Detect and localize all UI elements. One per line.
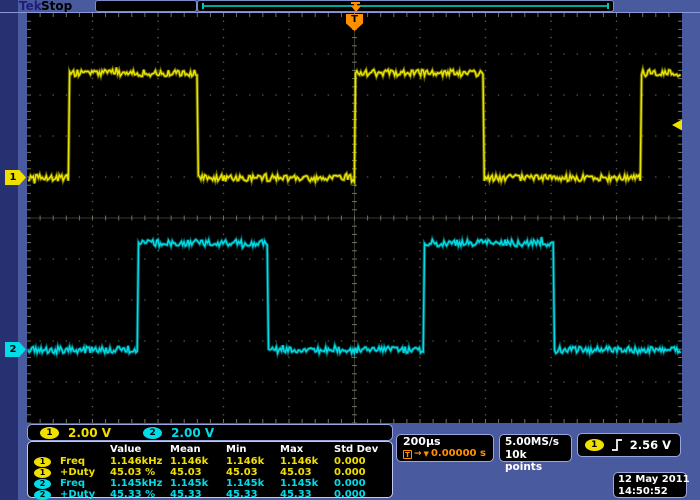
rising-edge-icon [611,438,623,452]
channel2-badge: 2 [143,427,162,439]
col-min: Min [226,444,280,455]
col-value: Value [110,444,170,455]
horizontal-readout-box: 200µs T→▼ 0.00000 s [396,434,494,462]
channel2-scale[interactable]: 2.00 V [171,426,214,440]
ch1-row-badge: 1 [34,468,51,478]
triangle-down-icon: ▼ [424,450,429,459]
channel1-scale[interactable]: 2.00 V [68,426,111,440]
ch2-row-badge: 2 [34,490,51,500]
record-view-bar [197,0,614,12]
arrow-right-icon: → [414,450,422,459]
top-bar-divider [0,12,700,13]
trigger-readout-box: 1 2.56 V [577,433,681,457]
channel-scale-bar: 1 2.00 V 2 2.00 V [27,424,393,441]
acquisition-readout-box: 5.00MS/s 10k points [499,434,572,462]
trigger-level: 2.56 V [630,438,671,452]
measurement-row: 1 +Duty45.03 % 45.0345.03 45.030.000 [34,467,388,478]
sample-rate: 5.00MS/s [505,436,566,449]
trigger-source-badge: 1 [585,439,604,451]
measurement-table: Value Mean Min Max Std Dev 1 Freq1.146kH… [27,441,393,498]
measurement-row: 1 Freq1.146kHz 1.146k1.146k 1.146k0.000 [34,456,388,467]
record-length: 10k points [505,449,566,474]
channel1-badge: 1 [40,427,59,439]
measurement-row: 2 Freq1.145kHz 1.145k1.145k 1.145k0.000 [34,478,388,489]
measurement-header-row: Value Mean Min Max Std Dev [34,443,388,456]
date-label: 12 May 2011 [618,474,682,486]
datetime-box: 12 May 2011 14:50:52 [613,472,687,498]
col-mean: Mean [170,444,226,455]
measurement-row: 2 +Duty45.33 % 45.3345.33 45.330.000 [34,489,388,500]
acquisition-state-box [95,0,197,12]
record-start-bracket [202,3,204,9]
ch1-row-badge: 1 [34,457,51,467]
record-end-bracket [607,3,609,9]
horizontal-position: 0.00000 s [431,448,486,460]
timebase-scale: 200µs [403,436,487,448]
col-max: Max [280,444,334,455]
trigger-box-icon: T [403,450,412,459]
ch2-row-badge: 2 [34,479,51,489]
record-line [203,5,608,7]
col-stddev: Std Dev [334,444,390,455]
time-label: 14:50:52 [618,486,682,498]
